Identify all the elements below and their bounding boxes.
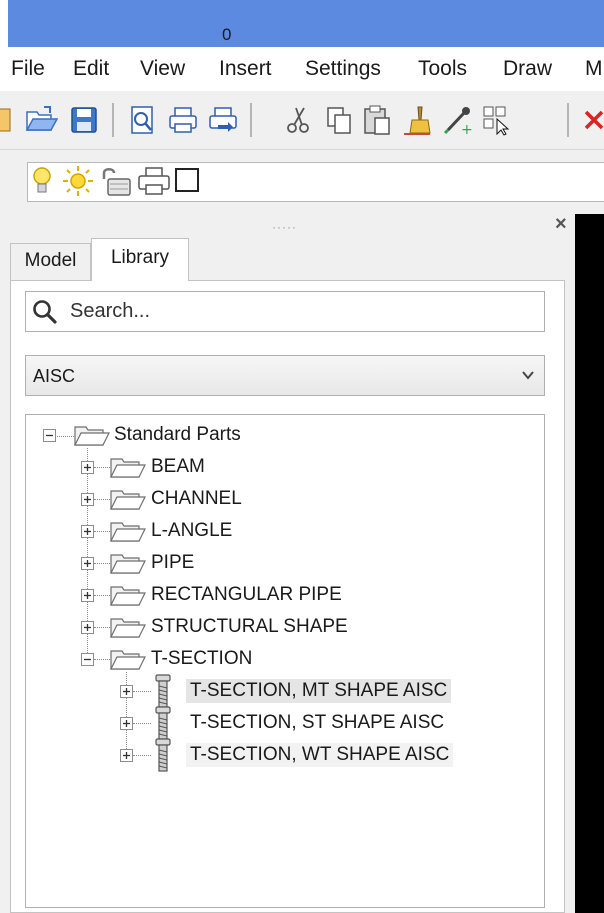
tree-node-t-section[interactable]: T-SECTION xyxy=(151,647,252,671)
expand-icon[interactable] xyxy=(120,749,133,762)
menu-draw[interactable]: Draw xyxy=(503,56,552,82)
tree-node-st-shape[interactable]: T-SECTION, ST SHAPE AISC xyxy=(190,711,444,735)
menu-bar: File Edit View Insert Settings Tools Dra… xyxy=(0,47,604,91)
folder-icon xyxy=(110,456,146,478)
bolt-part-icon xyxy=(155,674,171,708)
batch-print-icon[interactable] xyxy=(206,103,240,137)
tree-node-wt-shape[interactable]: T-SECTION, WT SHAPE AISC xyxy=(186,743,454,767)
menu-edit[interactable]: Edit xyxy=(73,56,109,82)
expand-icon[interactable] xyxy=(81,461,94,474)
tree-line xyxy=(94,627,110,628)
folder-icon xyxy=(110,552,146,574)
print-icon[interactable] xyxy=(166,103,200,137)
bolt-part-icon xyxy=(155,738,171,772)
search-placeholder: Search... xyxy=(70,300,151,322)
tree-node-mt-shape[interactable]: T-SECTION, MT SHAPE AISC xyxy=(186,679,452,703)
menu-view[interactable]: View xyxy=(140,56,185,82)
expand-icon[interactable] xyxy=(120,685,133,698)
tree-line xyxy=(94,531,110,532)
paste-icon[interactable] xyxy=(360,103,394,137)
menu-tools[interactable]: Tools xyxy=(418,56,467,82)
tree-node-rectangular-pipe[interactable]: RECTANGULAR PIPE xyxy=(151,583,342,607)
drawing-canvas[interactable] xyxy=(575,214,604,913)
open-folder-icon[interactable] xyxy=(24,103,58,137)
collapse-icon[interactable] xyxy=(43,429,56,442)
window-title-bar xyxy=(0,0,604,47)
new-icon[interactable] xyxy=(0,103,18,137)
cut-icon[interactable] xyxy=(282,103,316,137)
search-icon xyxy=(33,300,57,324)
panel-close-icon[interactable]: × xyxy=(555,213,567,236)
toolbar-separator xyxy=(567,103,569,137)
folder-icon xyxy=(110,520,146,542)
standard-toolbar: + xyxy=(0,91,604,150)
tree-line xyxy=(133,691,151,692)
expand-icon[interactable] xyxy=(81,621,94,634)
folder-icon xyxy=(110,616,146,638)
toolbar-separator xyxy=(250,103,252,137)
delete-icon[interactable] xyxy=(578,103,604,137)
bolt-part-icon xyxy=(155,706,171,740)
sun-icon[interactable] xyxy=(62,165,94,197)
eyedropper-icon[interactable]: + xyxy=(440,103,474,137)
panel-drag-grip[interactable]: ····· xyxy=(272,220,297,234)
library-select-value: AISC xyxy=(33,366,76,386)
menu-settings[interactable]: Settings xyxy=(305,56,381,82)
folder-open-icon xyxy=(74,424,110,446)
tree-node-structural-shape[interactable]: STRUCTURAL SHAPE xyxy=(151,615,348,639)
expand-icon[interactable] xyxy=(81,525,94,538)
folder-open-icon xyxy=(110,648,146,670)
tree-line xyxy=(94,499,110,500)
expand-icon[interactable] xyxy=(81,493,94,506)
expand-icon[interactable] xyxy=(81,589,94,602)
tree-line xyxy=(133,723,151,724)
folder-icon xyxy=(110,584,146,606)
layer-color-swatch[interactable] xyxy=(175,168,199,192)
expand-icon[interactable] xyxy=(81,557,94,570)
tree-line xyxy=(94,563,110,564)
quick-select-icon[interactable] xyxy=(480,103,514,137)
tree-line xyxy=(55,436,74,437)
expand-icon[interactable] xyxy=(120,717,133,730)
folder-icon xyxy=(110,488,146,510)
layer-toolbar xyxy=(0,150,604,208)
tab-model[interactable]: Model xyxy=(10,243,91,280)
unlocked-padlock-icon[interactable] xyxy=(96,165,132,197)
chevron-down-icon xyxy=(522,371,534,380)
tree-node-channel[interactable]: CHANNEL xyxy=(151,487,242,511)
match-properties-brush-icon[interactable] xyxy=(400,103,434,137)
svg-text:+: + xyxy=(461,122,473,137)
print-preview-icon[interactable] xyxy=(126,103,160,137)
tree-line xyxy=(94,595,110,596)
tab-library[interactable]: Library xyxy=(91,238,189,281)
library-select[interactable] xyxy=(25,355,545,396)
lightbulb-icon[interactable] xyxy=(30,165,54,197)
collapse-icon[interactable] xyxy=(81,653,94,666)
tree-line xyxy=(94,467,110,468)
layer-name: 0 xyxy=(222,25,232,44)
menu-file[interactable]: File xyxy=(11,56,45,82)
parts-tree xyxy=(25,414,545,908)
tree-node-beam[interactable]: BEAM xyxy=(151,455,205,479)
plot-printer-icon[interactable] xyxy=(136,165,172,197)
title-bar-edge xyxy=(0,0,8,47)
copy-icon[interactable] xyxy=(322,103,356,137)
tree-node-pipe[interactable]: PIPE xyxy=(151,551,194,575)
tree-line xyxy=(94,659,110,660)
tree-line xyxy=(133,755,151,756)
menu-more[interactable]: M xyxy=(585,56,603,82)
menu-insert[interactable]: Insert xyxy=(219,56,272,82)
save-icon[interactable] xyxy=(67,103,101,137)
toolbar-separator xyxy=(112,103,114,137)
tree-node-standard-parts[interactable]: Standard Parts xyxy=(114,423,241,447)
tree-node-l-angle[interactable]: L-ANGLE xyxy=(151,519,232,543)
